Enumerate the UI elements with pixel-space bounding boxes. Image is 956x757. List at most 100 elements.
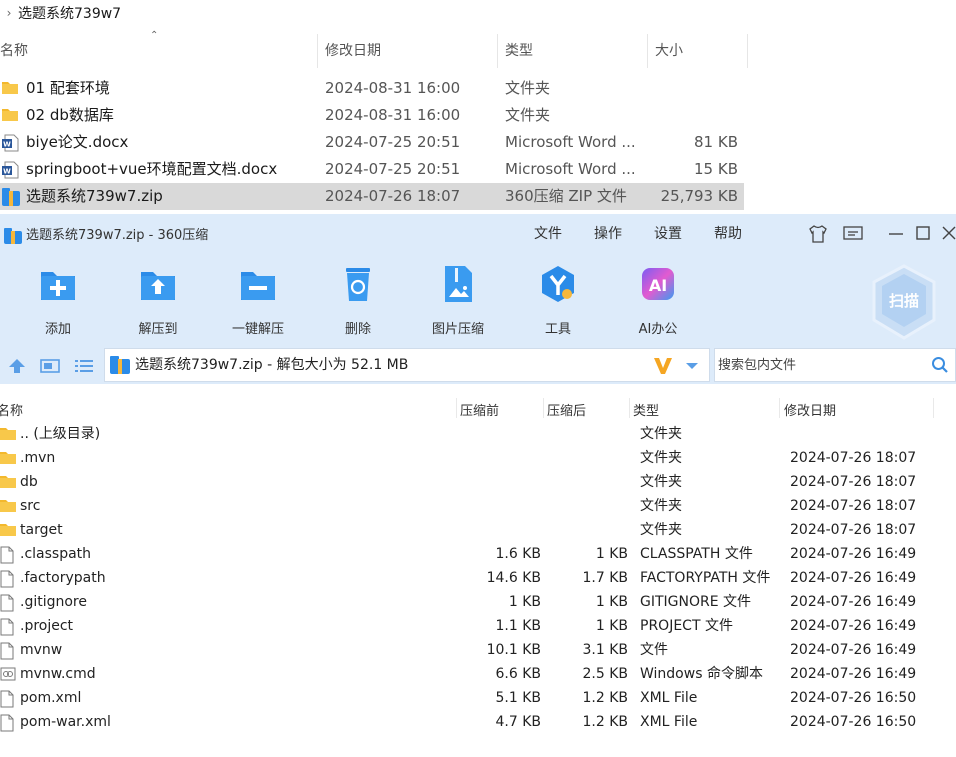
add-button[interactable]: 添加 — [18, 264, 98, 337]
file-size — [640, 102, 738, 129]
image-compress-button[interactable]: 图片压缩 — [418, 264, 498, 337]
add-label: 添加 — [44, 322, 71, 337]
entry-type: GITIGNORE 文件 — [640, 594, 752, 610]
archive-row[interactable]: .factorypath 14.6 KB 1.7 KB FACTORYPATH 文件 2… — [0, 566, 956, 590]
svg-text:W: W — [3, 141, 11, 149]
entry-date: 2024-07-26 18:07 — [790, 474, 917, 490]
address-bar-row: 选题系统739w7.zip - 解包大小为 52.1 MB — [0, 348, 956, 384]
file-row[interactable]: Wspringboot+vue环境配置文档.docx 2024-07-25 20:… — [0, 156, 744, 183]
chevron-down-icon[interactable] — [685, 362, 699, 370]
file-date: 2024-07-25 20:51 — [325, 133, 461, 151]
column-type[interactable]: 类型 — [633, 400, 659, 419]
file-icon — [0, 642, 14, 664]
file-type: Microsoft Word ... — [505, 160, 636, 178]
archive-row[interactable]: pom-war.xml 4.7 KB 1.2 KB XML File 2024-07-2… — [0, 710, 956, 734]
entry-type: 文件夹 — [640, 474, 682, 490]
file-date: 2024-08-31 16:00 — [325, 106, 461, 124]
archive-row[interactable]: db 文件夹 2024-07-26 18:07 — [0, 470, 956, 494]
archive-row[interactable]: .gitignore 1 KB 1 KB GITIGNORE 文件 2024-07-26… — [0, 590, 956, 614]
archive-row[interactable]: .mvn 文件夹 2024-07-26 18:07 — [0, 446, 956, 470]
column-packed[interactable]: 压缩前 — [460, 400, 499, 419]
column-compressed[interactable]: 压缩后 — [547, 400, 586, 419]
archive-row[interactable]: mvnw.cmd 6.6 KB 2.5 KB Windows 命令脚本 2024-07-… — [0, 662, 956, 686]
list-view-icon[interactable] — [74, 358, 94, 374]
file-type: 文件夹 — [505, 79, 551, 97]
search-icon[interactable] — [931, 356, 949, 374]
archive-row[interactable]: pom.xml 5.1 KB 1.2 KB XML File 2024-07-26 16… — [0, 686, 956, 710]
file-date: 2024-07-25 20:51 — [325, 160, 461, 178]
folder-icon — [0, 450, 16, 468]
file-row[interactable]: 02 db数据库 2024-08-31 16:00 文件夹 — [0, 102, 744, 129]
menu-help[interactable]: 帮助 — [714, 223, 742, 243]
file-row[interactable]: Wbiye论文.docx 2024-07-25 20:51 Microsoft Wo… — [0, 129, 744, 156]
tools-button[interactable]: 工具 — [518, 264, 598, 337]
menu-settings[interactable]: 设置 — [654, 223, 682, 243]
delete-button[interactable]: 删除 — [318, 264, 398, 337]
entry-size-before: 10.1 KB — [486, 642, 541, 658]
recycle-bin-icon — [346, 268, 370, 301]
entry-type: FACTORYPATH 文件 — [640, 570, 771, 586]
v-badge-icon[interactable] — [653, 357, 673, 375]
entry-size-before: 5.1 KB — [495, 690, 542, 706]
entry-size-after: 1 KB — [595, 594, 628, 610]
entry-size-before: 14.6 KB — [486, 570, 541, 586]
file-icon — [0, 714, 14, 736]
entry-size-after: 1 KB — [595, 546, 628, 562]
explorer-breadcrumb: › 选题系统739w7 — [0, 0, 956, 26]
column-type[interactable]: 类型 — [501, 34, 533, 68]
extract-to-icon — [141, 272, 175, 300]
app-logo-icon — [4, 228, 22, 244]
folder-icon — [0, 474, 16, 492]
column-modified[interactable]: 修改日期 — [321, 34, 381, 68]
archive-row[interactable]: target 文件夹 2024-07-26 18:07 — [0, 518, 956, 542]
one-click-extract-button[interactable]: 一键解压 — [218, 264, 298, 337]
delete-label: 删除 — [344, 322, 371, 337]
sort-ascending-icon: ⌃ — [150, 30, 159, 41]
skin-shirt-icon[interactable] — [808, 225, 828, 243]
entry-size-before: 6.6 KB — [495, 666, 542, 682]
entry-size-before: 1.6 KB — [495, 546, 542, 562]
archive-row[interactable]: src 文件夹 2024-07-26 18:07 — [0, 494, 956, 518]
address-field[interactable]: 选题系统739w7.zip - 解包大小为 52.1 MB — [104, 348, 710, 382]
archive-row[interactable]: .classpath 1.6 KB 1 KB CLASSPATH 文件 2024-07-… — [0, 542, 956, 566]
file-row[interactable]: 01 配套环境 2024-08-31 16:00 文件夹 — [0, 75, 744, 102]
entry-type: 文件夹 — [640, 450, 682, 466]
column-name[interactable]: 名称 — [0, 400, 23, 419]
entry-date: 2024-07-26 16:49 — [790, 546, 917, 562]
scan-button[interactable]: 扫描 — [868, 264, 940, 340]
chevron-right-icon[interactable]: › — [0, 6, 18, 20]
file-row[interactable]: 选题系统739w7.zip 2024-07-26 18:07 360压缩 ZIP 文… — [0, 183, 744, 210]
search-input[interactable] — [718, 355, 918, 375]
ai-office-button[interactable]: AI AI办公 — [618, 264, 698, 337]
menu-file[interactable]: 文件 — [534, 223, 562, 243]
thumbnail-view-icon[interactable] — [40, 358, 60, 374]
entry-name: mvnw — [20, 642, 63, 658]
column-name[interactable]: 名称 — [0, 34, 28, 68]
ai-office-label: AI办公 — [638, 322, 678, 337]
file-icon — [0, 570, 14, 592]
bottom-edge — [0, 740, 956, 757]
search-box — [714, 348, 956, 382]
tools-label: 工具 — [544, 322, 571, 337]
archive-row[interactable]: .. (上级目录) 文件夹 — [0, 422, 956, 446]
file-date: 2024-08-31 16:00 — [325, 79, 461, 97]
explorer-column-header: ⌃ 名称 修改日期 类型 大小 — [0, 30, 956, 68]
folder-icon — [2, 107, 18, 125]
archive-row[interactable]: .project 1.1 KB 1 KB PROJECT 文件 2024-07-26 1… — [0, 614, 956, 638]
breadcrumb-folder[interactable]: 选题系统739w7 — [18, 3, 121, 23]
archive-row[interactable]: mvnw 10.1 KB 3.1 KB 文件 2024-07-26 16:49 — [0, 638, 956, 662]
extract-to-button[interactable]: 解压到 — [118, 264, 198, 337]
up-arrow-icon[interactable] — [8, 358, 26, 374]
file-size — [640, 75, 738, 102]
entry-type: 文件夹 — [640, 426, 682, 442]
feedback-icon[interactable] — [843, 226, 863, 242]
column-size[interactable]: 大小 — [651, 34, 683, 68]
zip-archive-icon — [110, 356, 130, 374]
maximize-icon[interactable] — [916, 226, 930, 240]
close-icon[interactable] — [942, 226, 956, 240]
entry-type: Windows 命令脚本 — [640, 666, 763, 682]
word-doc-icon: W — [2, 161, 20, 183]
column-modified[interactable]: 修改日期 — [784, 400, 836, 419]
menu-operate[interactable]: 操作 — [594, 223, 622, 243]
minimize-icon[interactable] — [889, 232, 903, 236]
